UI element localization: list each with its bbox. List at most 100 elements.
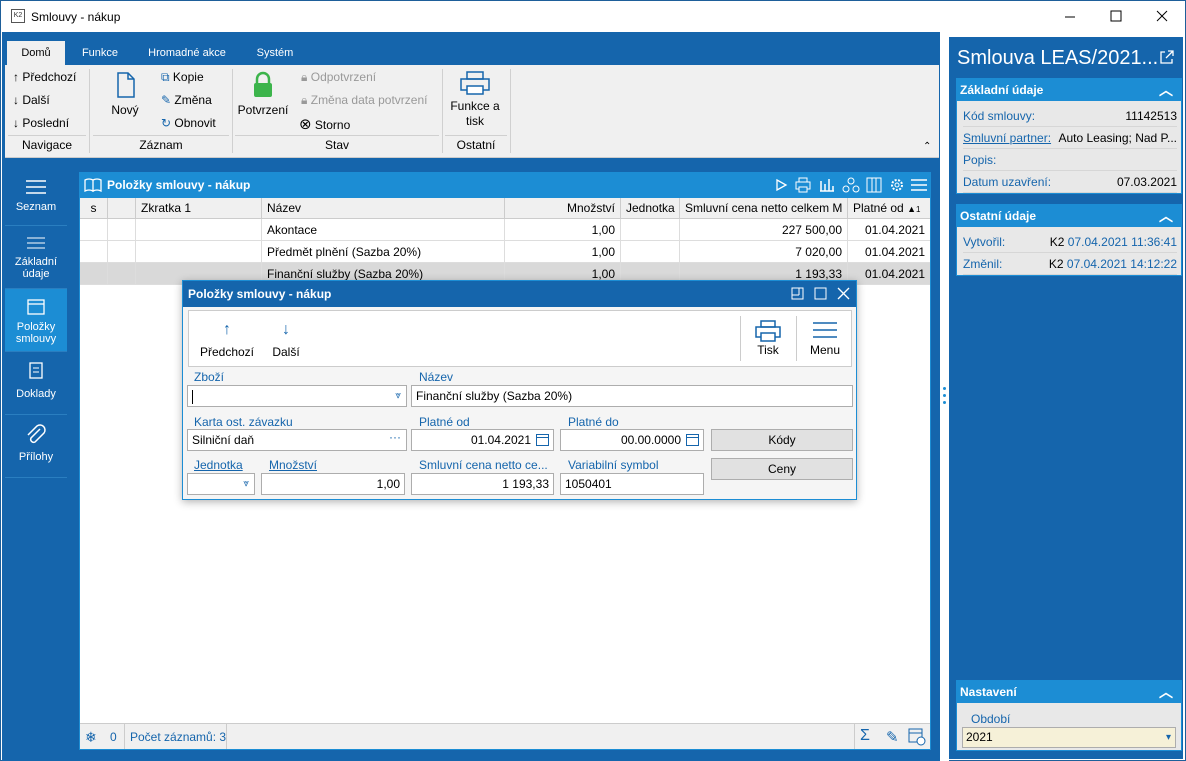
external-link-icon[interactable] bbox=[1159, 49, 1175, 65]
snowflake-icon[interactable]: ❄ bbox=[85, 729, 97, 746]
dialog-title-bar: Položky smlouvy - nákup bbox=[183, 281, 856, 307]
col-header-s[interactable]: s bbox=[80, 198, 108, 219]
col-header-cena[interactable]: Smluvní cena netto celkem M bbox=[680, 198, 848, 219]
col-header-platne-od[interactable]: Platné od ▲1 bbox=[848, 198, 930, 219]
chevron-up-icon[interactable]: ︿ bbox=[1159, 205, 1173, 227]
table-settings-icon[interactable] bbox=[908, 728, 926, 746]
hamburger-menu-icon[interactable] bbox=[910, 176, 928, 194]
dropdown-icon[interactable]: ⩔ bbox=[395, 386, 401, 406]
cena-label: Smluvní cena netto ce... bbox=[419, 458, 548, 472]
col-header-mnozstvi[interactable]: Množství bbox=[505, 198, 621, 219]
settings-header[interactable]: Nastavení ︿ bbox=[957, 681, 1181, 703]
collapse-ribbon-chevron-icon[interactable]: ⌃ bbox=[923, 141, 931, 152]
lock-disabled-icon: 🔒︎ bbox=[301, 93, 308, 107]
basic-info-header[interactable]: Základní údaje ︿ bbox=[957, 79, 1181, 101]
dialog-menu-button[interactable]: Menu bbox=[801, 319, 849, 357]
grid-title: Položky smlouvy - nákup bbox=[107, 178, 251, 192]
ribbon: Domů Funkce Hromadné akce Systém ↑ Předc… bbox=[5, 37, 939, 158]
prev-button[interactable]: ↑ Předchozí bbox=[13, 70, 76, 84]
maximize-button[interactable] bbox=[1093, 1, 1139, 32]
unconfirm-button[interactable]: 🔒︎ Odpotvrzení bbox=[301, 70, 376, 85]
tab-funkce[interactable]: Funkce bbox=[71, 41, 129, 65]
restore-icon[interactable] bbox=[791, 287, 805, 301]
arrow-down-icon: ↓ bbox=[13, 93, 19, 107]
jednotka-input[interactable]: ⩔ bbox=[187, 473, 255, 495]
dialog-print-button[interactable]: Tisk bbox=[745, 319, 791, 357]
arrow-down-icon: ↓ bbox=[282, 321, 290, 338]
hierarchy-icon[interactable] bbox=[842, 176, 860, 194]
basic-info-section: Základní údaje ︿ Kód smlouvy: 11142513 Sml… bbox=[956, 78, 1182, 194]
hamburger-menu-icon bbox=[813, 322, 837, 338]
platne-od-label: Platné od bbox=[419, 415, 470, 429]
chevron-up-icon[interactable]: ︿ bbox=[1159, 681, 1173, 703]
sidebar-item-polozky-smlouvy[interactable]: Položky smlouvy bbox=[5, 289, 67, 351]
nazev-input[interactable]: Finanční služby (Sazba 20%) bbox=[411, 385, 853, 407]
play-icon[interactable] bbox=[772, 176, 790, 194]
sum-icon[interactable]: Σ bbox=[860, 727, 870, 745]
filter-count: 0 bbox=[110, 730, 117, 744]
gear-icon[interactable] bbox=[888, 176, 906, 194]
columns-icon[interactable] bbox=[865, 176, 883, 194]
jednotka-label[interactable]: Jednotka bbox=[194, 458, 243, 472]
grid-footer: ❄ 0 Počet záznamů: 3 Σ ✎ bbox=[80, 723, 930, 749]
dialog-close-icon[interactable] bbox=[837, 287, 851, 301]
kody-button[interactable]: Kódy bbox=[711, 429, 853, 451]
arrow-up-icon: ↑ bbox=[223, 321, 231, 338]
sidebar-item-prilohy[interactable]: Přílohy bbox=[5, 415, 67, 477]
nazev-label: Název bbox=[419, 370, 454, 384]
printer-icon bbox=[460, 71, 490, 95]
obdobi-select[interactable]: 2021 ▾ bbox=[962, 727, 1176, 748]
more-options-icon[interactable]: ··· bbox=[389, 430, 401, 447]
change-button[interactable]: ✎ Změna bbox=[161, 93, 212, 107]
cena-input[interactable]: 1 193,33 bbox=[411, 473, 554, 495]
bar-chart-icon[interactable] bbox=[818, 176, 836, 194]
copy-button[interactable]: ⧉ Kopie bbox=[161, 70, 204, 85]
calendar-icon[interactable] bbox=[686, 433, 699, 446]
next-button[interactable]: ↓ Další bbox=[13, 93, 50, 107]
dropdown-icon[interactable]: ⩔ bbox=[243, 474, 249, 494]
tab-hromadne-akce[interactable]: Hromadné akce bbox=[139, 41, 235, 65]
contract-title: Smlouva LEAS/2021... bbox=[957, 47, 1159, 69]
print-icon[interactable] bbox=[794, 176, 812, 194]
tab-domu[interactable]: Domů bbox=[7, 41, 65, 65]
karta-input[interactable]: Silniční daň ··· bbox=[187, 429, 407, 451]
grid-header: Položky smlouvy - nákup bbox=[80, 173, 930, 198]
mnozstvi-label[interactable]: Množství bbox=[269, 458, 317, 472]
tab-system[interactable]: Systém bbox=[245, 41, 305, 65]
ribbon-tabs: Domů Funkce Hromadné akce Systém bbox=[5, 37, 939, 65]
col-header-jednotka[interactable]: Jednotka bbox=[621, 198, 680, 219]
col-header-nazev[interactable]: Název bbox=[262, 198, 505, 219]
mnozstvi-input[interactable]: 1,00 bbox=[261, 473, 405, 495]
minimize-button[interactable] bbox=[1047, 1, 1093, 32]
close-button[interactable] bbox=[1139, 1, 1185, 32]
functions-print-button[interactable]: Funkce a tisk bbox=[445, 69, 505, 128]
dialog-prev-button[interactable]: ↑ Předchozí bbox=[197, 321, 257, 359]
group-zaznam: Záznam bbox=[139, 138, 183, 152]
sidebar-item-doklady[interactable]: Doklady bbox=[5, 352, 67, 414]
dialog-maximize-icon[interactable] bbox=[814, 287, 828, 301]
details-list-icon bbox=[27, 237, 45, 249]
refresh-button[interactable]: ↻ Obnovit bbox=[161, 116, 216, 130]
last-button[interactable]: ↓ Poslední bbox=[13, 116, 69, 130]
sidebar-item-zakladni-udaje[interactable]: Základní údaje bbox=[5, 226, 67, 288]
sidebar-item-seznam[interactable]: Seznam bbox=[5, 163, 67, 225]
ceny-button[interactable]: Ceny bbox=[711, 458, 853, 480]
storno-button[interactable]: ⊗ Storno bbox=[299, 115, 350, 133]
new-button[interactable]: Nový bbox=[107, 71, 143, 117]
variabilni-symbol-input[interactable]: 1050401 bbox=[560, 473, 704, 495]
title-bar: K2 Smlouvy - nákup bbox=[1, 1, 1185, 32]
zbozi-input[interactable]: ⩔ bbox=[187, 385, 407, 407]
splitter[interactable] bbox=[940, 32, 949, 761]
platne-do-input[interactable]: 00.00.0000 bbox=[560, 429, 704, 451]
dialog-next-button[interactable]: ↓ Další bbox=[261, 321, 311, 359]
change-confirm-date-button[interactable]: 🔒︎ Změna data potvrzení bbox=[301, 93, 427, 108]
other-info-header[interactable]: Ostatní údaje ︿ bbox=[957, 205, 1181, 227]
ribbon-panel: ↑ Předchozí ↓ Další ↓ Poslední Navigace … bbox=[5, 65, 939, 158]
confirm-button[interactable]: Potvrzení bbox=[237, 71, 289, 117]
col-header-zkratka[interactable]: Zkratka 1 bbox=[136, 198, 262, 219]
platne-od-input[interactable]: 01.04.2021 bbox=[411, 429, 554, 451]
chevron-up-icon[interactable]: ︿ bbox=[1159, 79, 1173, 101]
calendar-icon[interactable] bbox=[536, 433, 549, 446]
col-header-blank[interactable] bbox=[108, 198, 136, 219]
edit-icon[interactable]: ✎ bbox=[886, 728, 899, 746]
